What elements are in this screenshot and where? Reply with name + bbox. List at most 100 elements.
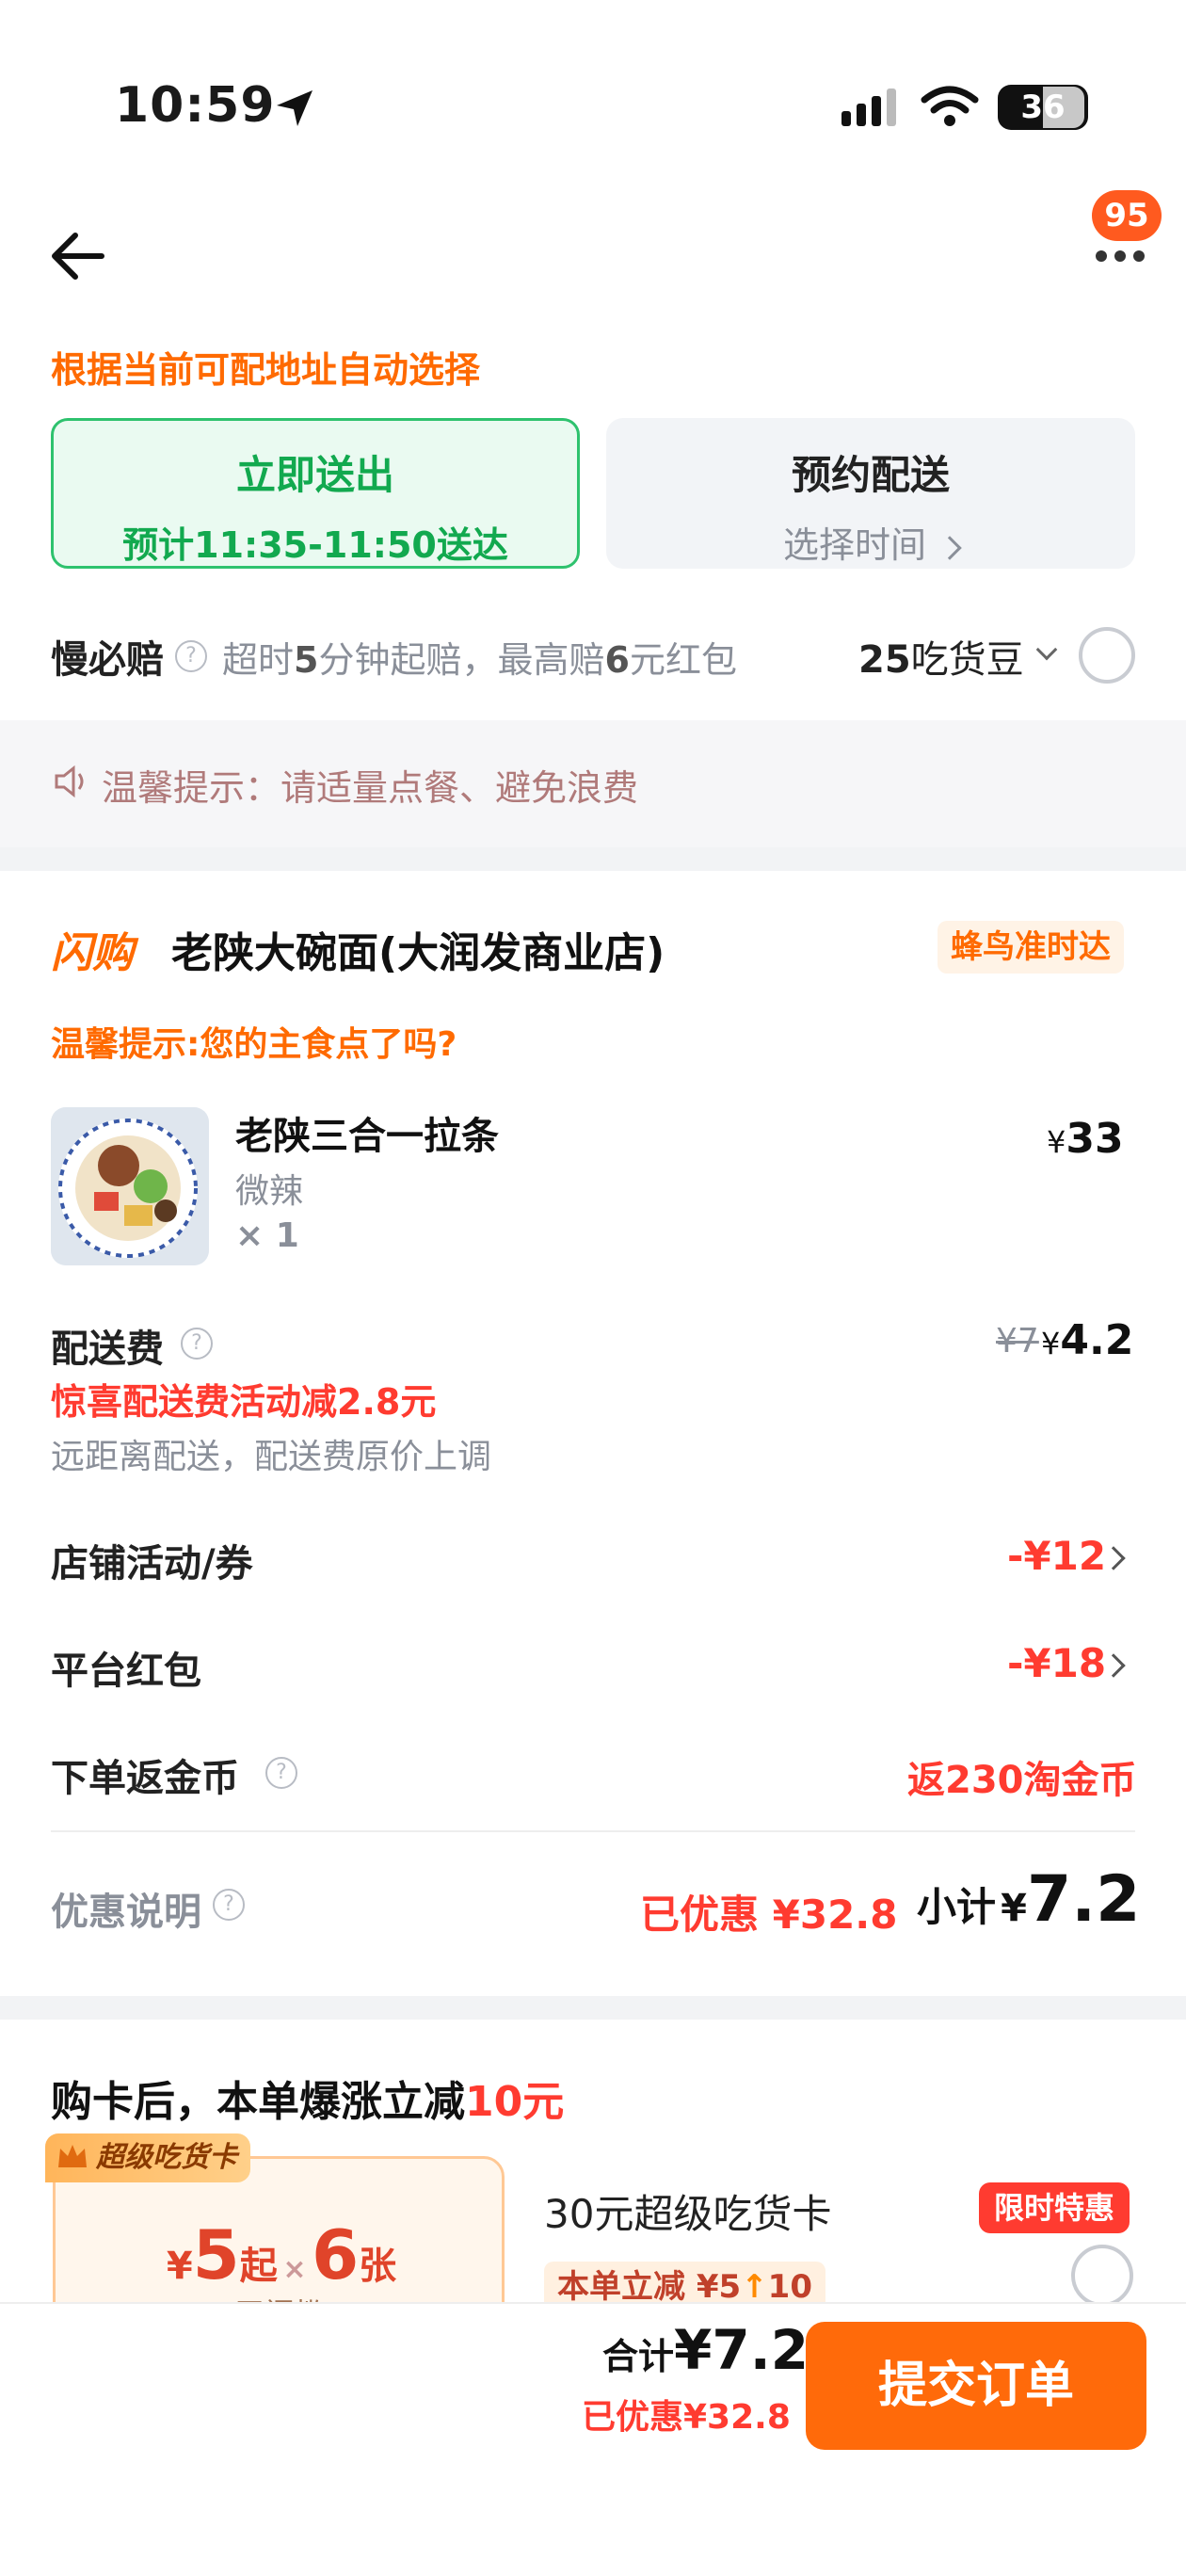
slow-guarantee-label: 慢必赔 <box>51 638 164 682</box>
coin-value: 返230淘金币 <box>907 1759 1137 1802</box>
count-unit: 张 <box>359 2245 397 2288</box>
location-arrow-icon <box>277 90 313 126</box>
divider <box>51 1830 1135 1832</box>
warm-tip: 温馨提示：请适量点餐、避免浪费 <box>102 767 639 809</box>
slow-guarantee-desc: 超时5分钟起赔，最高赔6元红包 <box>222 631 737 683</box>
more-dots-icon <box>1096 250 1145 262</box>
beans-selector[interactable]: 25吃货豆 <box>858 629 1024 684</box>
price-unit: 起 <box>239 2245 278 2288</box>
currency: ¥ <box>1041 1326 1061 1361</box>
discount-total: 已优惠 ¥32.8 <box>640 1883 898 1940</box>
discount-value: ¥32.8 <box>772 1892 898 1938</box>
reduce-from: 本单立减 ¥5 <box>557 2268 742 2306</box>
count-num: 6 <box>312 2215 360 2294</box>
item-quantity: × 1 <box>235 1216 299 1255</box>
card-radio[interactable] <box>1071 2245 1133 2307</box>
cellular-signal-icon <box>841 89 896 126</box>
speaker-icon <box>55 765 84 798</box>
platform-redpacket-label: 平台红包 <box>51 1650 201 1693</box>
desc-minutes: 5 <box>294 639 319 681</box>
store-promo-label: 店铺活动/券 <box>51 1542 253 1586</box>
store-name[interactable]: 老陕大碗面(大润发商业店) <box>171 919 665 979</box>
submit-order-button[interactable]: 提交订单 <box>806 2322 1146 2450</box>
times-sign: × <box>282 2253 307 2286</box>
delivery-fee-original: ¥7 <box>996 1322 1039 1360</box>
help-icon[interactable]: ? <box>175 640 207 672</box>
beans-label: 吃货豆 <box>910 638 1024 682</box>
price-value: 33 <box>1066 1115 1124 1163</box>
promo-suffix: 元 <box>400 1381 437 1423</box>
desc-part: 元红包 <box>629 639 737 681</box>
staple-tip: 温馨提示:您的主食点了吗? <box>51 1025 457 1064</box>
currency: ¥ <box>1047 1124 1066 1160</box>
noodle-bowl-image <box>51 1107 209 1265</box>
choose-time-label: 选择时间 <box>782 524 926 566</box>
store-promo-value[interactable]: -¥12 <box>1007 1533 1106 1579</box>
super-card-tag: 超级吃货卡 <box>45 2133 250 2182</box>
card-promo-headline: 购卡后，本单爆涨立减10元 <box>51 2068 564 2128</box>
help-icon[interactable]: ? <box>265 1757 297 1789</box>
eta-prefix: 预计 <box>122 524 195 566</box>
promo-amount: 2.8 <box>337 1381 401 1423</box>
currency: ¥ <box>1001 1887 1027 1930</box>
immediate-delivery-eta: 预计11:35-11:50送达 <box>54 516 577 568</box>
up-arrow-icon: ↑ <box>741 2268 768 2306</box>
beans-radio[interactable] <box>1079 627 1135 684</box>
scheduled-delivery-option[interactable]: 预约配送 选择时间 <box>606 418 1135 569</box>
immediate-delivery-title: 立即送出 <box>235 452 394 498</box>
beans-count: 25 <box>858 638 911 682</box>
desc-part: 超时 <box>222 639 295 681</box>
crown-icon <box>58 2145 87 2167</box>
battery-icon: 36 <box>998 85 1088 130</box>
footer-saved: 已优惠¥32.8 <box>582 2398 791 2437</box>
delivery-fee-price: ¥4.2 <box>1041 1316 1133 1364</box>
auto-select-note: 根据当前可配地址自动选择 <box>51 349 481 391</box>
footer-total: 合计¥7.2 <box>602 2318 809 2382</box>
discount-prefix: 已优惠 <box>640 1892 760 1938</box>
promo-prefix: 惊喜配送费活动减 <box>51 1381 338 1423</box>
subtotal-value: 7.2 <box>1026 1862 1141 1937</box>
subtotal: 小计 ¥7.2 <box>917 1862 1140 1937</box>
help-icon[interactable]: ? <box>213 1889 245 1921</box>
wifi-icon <box>921 86 979 126</box>
headline-text: 购卡后，本单爆涨立减 <box>51 2078 465 2126</box>
desc-part: 分钟起赔，最高赔 <box>318 639 605 681</box>
desc-amount: 6 <box>604 639 630 681</box>
total-value: ¥7.2 <box>674 2318 809 2382</box>
subtotal-label: 小计 <box>917 1884 997 1930</box>
item-name: 老陕三合一拉条 <box>235 1115 499 1158</box>
card-name: 30元超级吃货卡 <box>544 2191 832 2237</box>
battery-level: 36 <box>1020 89 1066 126</box>
total-label: 合计 <box>602 2336 675 2377</box>
price-value: 4.2 <box>1060 1316 1134 1364</box>
tag-label: 超级吃货卡 <box>96 2141 237 2174</box>
currency: ¥ <box>166 2245 193 2288</box>
limited-offer-badge: 限时特惠 <box>979 2182 1130 2233</box>
notification-badge: 95 <box>1092 190 1162 241</box>
item-price: ¥33 <box>1047 1115 1124 1163</box>
delivery-note: 远距离配送，配送费原价上调 <box>51 1438 492 1476</box>
discount-info-label: 优惠说明 <box>51 1891 201 1934</box>
more-menu-button[interactable] <box>1092 247 1148 266</box>
back-arrow-icon[interactable] <box>49 232 105 281</box>
flash-purchase-label: 闪购 <box>51 929 134 977</box>
scheduled-delivery-sub: 选择时间 <box>606 516 1135 568</box>
item-image <box>51 1107 209 1265</box>
chevron-right-icon <box>938 535 962 560</box>
help-icon[interactable]: ? <box>181 1328 213 1360</box>
reduce-to: 10 <box>767 2268 812 2306</box>
scheduled-delivery-title: 预约配送 <box>791 452 950 498</box>
headline-amount: 10元 <box>465 2078 565 2126</box>
card-price-line: ¥5起 × 6张 <box>103 2215 460 2294</box>
ontime-badge: 蜂鸟准时达 <box>938 921 1124 974</box>
delivery-fee-label: 配送费 <box>51 1328 164 1371</box>
delivery-promo: 惊喜配送费活动减2.8元 <box>51 1373 436 1425</box>
price-num: 5 <box>192 2215 240 2294</box>
eta-time: 11:35-11:50 <box>194 524 437 566</box>
status-time: 10:59 <box>115 77 276 134</box>
coin-label: 下单返金币 <box>51 1757 239 1800</box>
platform-redpacket-value[interactable]: -¥18 <box>1007 1640 1106 1686</box>
immediate-delivery-option[interactable]: 立即送出 预计11:35-11:50送达 <box>51 418 580 569</box>
item-spec: 微辣 <box>235 1172 304 1211</box>
eta-suffix: 送达 <box>436 524 508 566</box>
